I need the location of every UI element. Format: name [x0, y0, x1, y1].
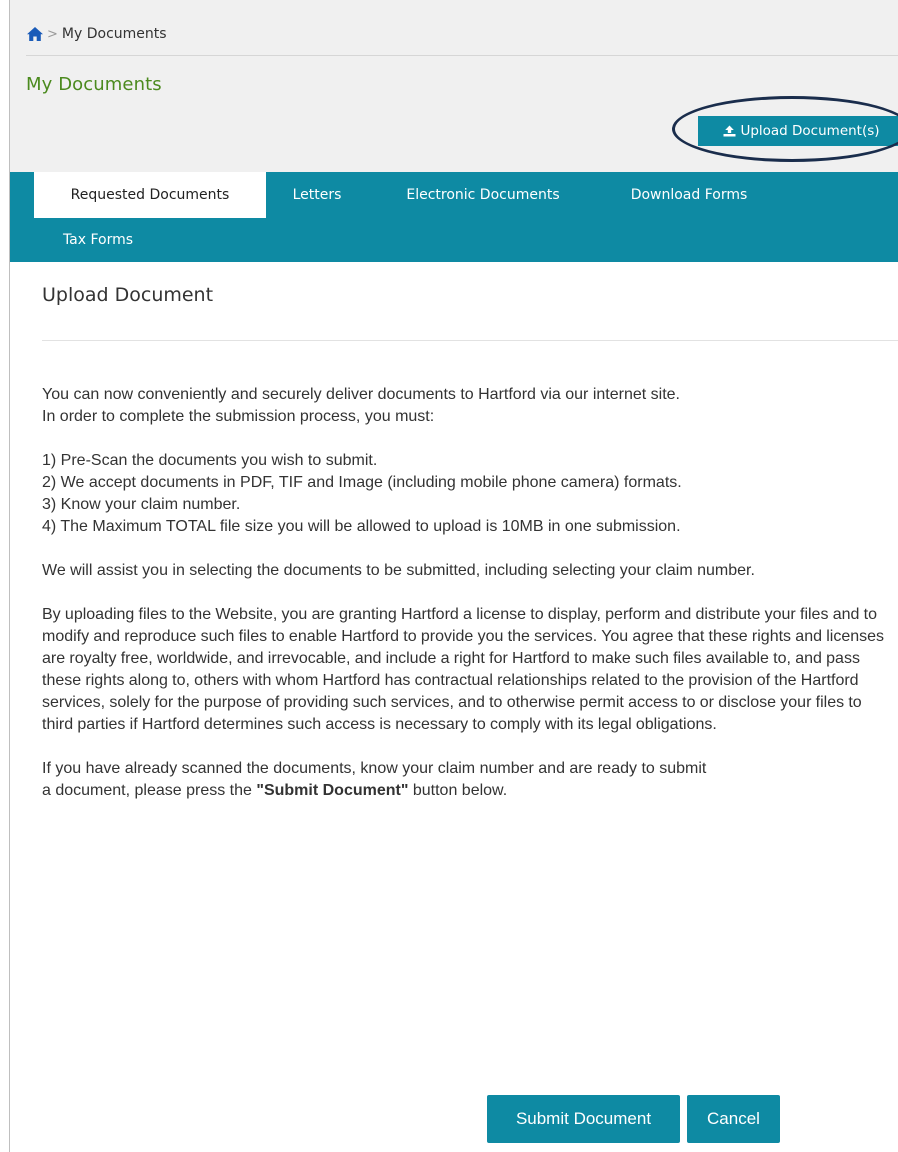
page-title: My Documents — [26, 74, 162, 95]
header-area: > My Documents My Documents Upload Docum… — [10, 0, 898, 262]
tab-download-forms[interactable]: Download Forms — [614, 172, 764, 218]
breadcrumb-current: My Documents — [61, 26, 167, 42]
tab-bar: Requested Documents Letters Electronic D… — [10, 172, 898, 262]
upload-documents-button[interactable]: Upload Document(s) — [698, 116, 898, 146]
modal-divider — [42, 340, 898, 341]
step-item: 3) Know your claim number. — [42, 496, 241, 513]
ready-line-2-prefix: a document, please press the — [42, 782, 257, 799]
assist-paragraph: We will assist you in selecting the docu… — [42, 562, 755, 579]
modal-body: You can now conveniently and securely de… — [42, 384, 897, 802]
tab-requested-documents[interactable]: Requested Documents — [34, 172, 266, 218]
intro-line-1: You can now conveniently and securely de… — [42, 386, 680, 403]
ready-line-2-suffix: button below. — [408, 782, 508, 799]
tab-letters[interactable]: Letters — [282, 172, 352, 218]
ready-line-2: a document, please press the "Submit Doc… — [42, 780, 897, 802]
step-item: 4) The Maximum TOTAL file size you will … — [42, 518, 681, 535]
page-frame: > My Documents My Documents Upload Docum… — [9, 0, 898, 1152]
modal-actions: Submit Document Cancel — [10, 1095, 898, 1143]
ready-line-2-emphasis: "Submit Document" — [256, 782, 409, 799]
breadcrumb-divider — [26, 55, 898, 56]
upload-icon — [723, 125, 736, 137]
step-item: 1) Pre-Scan the documents you wish to su… — [42, 452, 378, 469]
home-icon[interactable] — [26, 26, 44, 42]
intro-line-2: In order to complete the submission proc… — [42, 408, 435, 425]
modal-title: Upload Document — [42, 284, 214, 306]
breadcrumb: > My Documents — [26, 22, 167, 46]
cancel-button[interactable]: Cancel — [687, 1095, 780, 1143]
license-paragraph: By uploading files to the Website, you a… — [42, 606, 885, 733]
upload-documents-label: Upload Document(s) — [740, 123, 880, 139]
tab-tax-forms[interactable]: Tax Forms — [50, 218, 146, 262]
tab-electronic-documents[interactable]: Electronic Documents — [390, 172, 576, 218]
submit-document-button[interactable]: Submit Document — [487, 1095, 680, 1143]
breadcrumb-separator: > — [47, 26, 58, 42]
ready-line-1: If you have already scanned the document… — [42, 760, 707, 777]
step-item: 2) We accept documents in PDF, TIF and I… — [42, 474, 682, 491]
